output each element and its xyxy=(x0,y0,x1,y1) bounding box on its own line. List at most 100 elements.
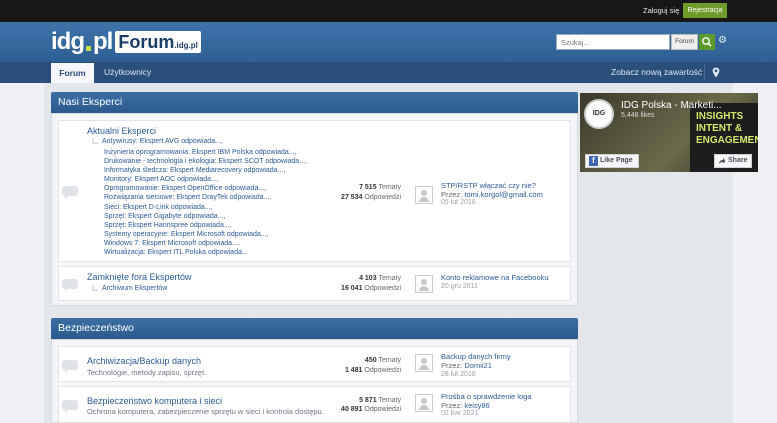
topics-label: Tematy xyxy=(378,184,401,191)
last-post-title[interactable]: Backup danych firmy xyxy=(441,352,511,361)
logo-dot xyxy=(86,46,91,51)
facebook-likes: 5,448 likes xyxy=(621,112,655,119)
author-link[interactable]: tomi.korgol@gmail.com xyxy=(464,190,542,199)
forum-title[interactable]: Zamknięte fora Ekspertów xyxy=(87,272,192,282)
last-post-title[interactable]: Konto reklamowe na Facebooku xyxy=(441,273,549,282)
replies-count: 27 534 Odpowiedzi xyxy=(341,194,401,201)
facebook-page-name[interactable]: IDG Polska - Marketi... xyxy=(621,100,722,111)
replies-count: 1 481 Odpowiedzi xyxy=(345,367,401,374)
topics-value: 450 xyxy=(364,357,377,364)
category-header-experts[interactable]: Nasi Eksperci xyxy=(51,92,578,113)
subforum-link[interactable]: Inżynieria oprogramowania: Ekspert IBM P… xyxy=(104,148,307,157)
logo-idg: idg xyxy=(51,28,85,55)
forum-description: Ochrona komputera, zabezpieczenie sprzęt… xyxy=(87,407,324,416)
subforum-list: Inżynieria oprogramowania: Ekspert IBM P… xyxy=(104,148,307,257)
search-box xyxy=(556,34,670,50)
search-scope-select[interactable]: Forum xyxy=(671,34,698,50)
register-button[interactable]: Rejestracja xyxy=(683,3,727,18)
last-post-author: Przez: tomi.korgol@gmail.com xyxy=(441,190,543,199)
tab-users[interactable]: Użytkownicy xyxy=(104,62,151,83)
subforum-branch-icon xyxy=(92,138,98,144)
subforum-link[interactable]: Systemy operacyjne: Ekspert Microsoft od… xyxy=(104,230,307,239)
category-header-security[interactable]: Bezpieczeństwo xyxy=(51,318,578,339)
replies-label: Odpowiedzi xyxy=(364,367,401,374)
user-avatar[interactable] xyxy=(415,275,433,293)
last-post-author: Przez: Domii21 xyxy=(441,361,492,370)
replies-value: 1 481 xyxy=(344,367,363,374)
subforum-link[interactable]: Informatyka śledcza: Ekspert Mediarecove… xyxy=(104,166,307,175)
author-link[interactable]: keisy86 xyxy=(464,401,489,410)
last-post-date: 05 lut 2018 xyxy=(441,199,476,206)
search-icon xyxy=(702,37,712,47)
replies-label: Odpowiedzi xyxy=(364,406,401,413)
last-post-title[interactable]: STP/RSTP włączać czy nie? xyxy=(441,181,536,190)
topics-count: 7 515 Tematy xyxy=(359,184,401,191)
forum-read-icon xyxy=(62,186,78,199)
topics-value: 5 871 xyxy=(359,397,377,404)
last-post-by-label: Przez: xyxy=(441,190,463,199)
last-post-date: 02 kwi 2021 xyxy=(441,410,479,417)
subforum-branch-icon xyxy=(92,285,98,291)
idg-logo: IDG xyxy=(584,99,614,129)
logo-forum-text: Forum xyxy=(118,32,175,52)
search-button[interactable] xyxy=(699,34,715,50)
last-post-author: Przez: keisy86 xyxy=(441,401,490,410)
forum-title[interactable]: Archiwizacja/Backup danych xyxy=(87,356,201,366)
replies-value: 40 891 xyxy=(341,406,363,413)
login-link[interactable]: Zaloguj się xyxy=(643,6,679,15)
replies-count: 40 891 Odpowiedzi xyxy=(341,406,401,413)
forum-title[interactable]: Bezpieczeństwo komputera i sieci xyxy=(87,396,222,406)
facebook-cover-text: INSIGHTS INTENT & ENGAGEMEN xyxy=(696,111,758,146)
last-post-date: 28 lut 2018 xyxy=(441,371,476,378)
gear-icon[interactable]: ⚙ xyxy=(718,36,728,46)
like-page-button[interactable]: Like Page xyxy=(585,154,639,168)
subforum-link[interactable]: Archiwum Ekspertów xyxy=(102,285,167,292)
search-input[interactable] xyxy=(557,35,669,49)
subforum-link[interactable]: Wirtualizacja: Ekspert ITL Polska odpowi… xyxy=(104,248,307,257)
subforum-link[interactable]: Sprzęt: Ekspert Hannspree odpowiada..., xyxy=(104,221,307,230)
nav-divider xyxy=(704,64,705,81)
subforum-link[interactable]: Drukowanie - technologia i ekologia: Eks… xyxy=(104,157,307,166)
new-content-link[interactable]: Zobacz nową zawartość xyxy=(611,62,702,83)
logo-pl: pl xyxy=(93,28,113,55)
forum-read-icon xyxy=(62,400,78,413)
last-post-title[interactable]: Prośba o sprawdzenie loga xyxy=(441,392,531,401)
share-label: Share xyxy=(728,157,748,164)
subforum-link[interactable]: Sieci: Ekspert D-Link odpowiada..., xyxy=(104,203,307,212)
last-post-date: 20 gru 2011 xyxy=(441,283,478,290)
forum-title[interactable]: Aktualni Eksperci xyxy=(87,126,156,136)
author-link[interactable]: Domii21 xyxy=(464,361,492,370)
subforum-link[interactable]: Monitory: Ekspert AOC odpowiada..., xyxy=(104,175,307,184)
subforum-link[interactable]: Sprzęt: Ekspert Gigabyte odpowiada..., xyxy=(104,212,307,221)
topics-label: Tematy xyxy=(378,275,401,282)
topics-count: 450 Tematy xyxy=(365,357,401,364)
subforum-link[interactable]: Windows 7: Ekspert Microsoft odpowiada..… xyxy=(104,239,307,248)
replies-count: 16 041 Odpowiedzi xyxy=(341,285,401,292)
topics-label: Tematy xyxy=(378,397,401,404)
logo-domain: .idg.pl xyxy=(174,41,198,50)
user-avatar[interactable] xyxy=(415,186,433,204)
replies-label: Odpowiedzi xyxy=(364,285,401,292)
topics-value: 7 515 xyxy=(359,184,377,191)
forum-read-icon xyxy=(62,360,78,373)
replies-label: Odpowiedzi xyxy=(364,194,401,201)
subforum-link[interactable]: Rozwiązania sieciowe: Ekspert DrayTek od… xyxy=(104,193,307,202)
share-button[interactable]: Share xyxy=(714,154,752,168)
forum-description: Technologie, metody zapisu, sprzęt. xyxy=(87,368,207,377)
user-avatar[interactable] xyxy=(415,354,433,372)
site-header: idg pl Forum.idg.pl Forum ⚙ xyxy=(0,22,777,62)
forum-read-icon xyxy=(62,279,78,292)
user-avatar[interactable] xyxy=(415,394,433,412)
main-nav: Forum Użytkownicy Zobacz nową zawartość xyxy=(0,62,777,83)
replies-value: 27 534 xyxy=(341,194,363,201)
subforum-link[interactable]: Oprogramowanie: Ekspert OpenOffice odpow… xyxy=(104,184,307,193)
logo-forum: Forum.idg.pl xyxy=(115,31,201,53)
topics-count: 5 871 Tematy xyxy=(359,397,401,404)
share-icon xyxy=(719,158,726,164)
subforum-link[interactable]: Antywirusy: Ekspert AVG odpowiada..., xyxy=(102,138,223,145)
top-bar: Zaloguj się Rejestracja xyxy=(0,0,777,22)
replies-value: 16 041 xyxy=(341,285,363,292)
site-logo[interactable]: idg pl Forum.idg.pl xyxy=(51,27,201,57)
tab-forum[interactable]: Forum xyxy=(51,63,94,83)
map-pin-icon[interactable] xyxy=(712,67,720,78)
